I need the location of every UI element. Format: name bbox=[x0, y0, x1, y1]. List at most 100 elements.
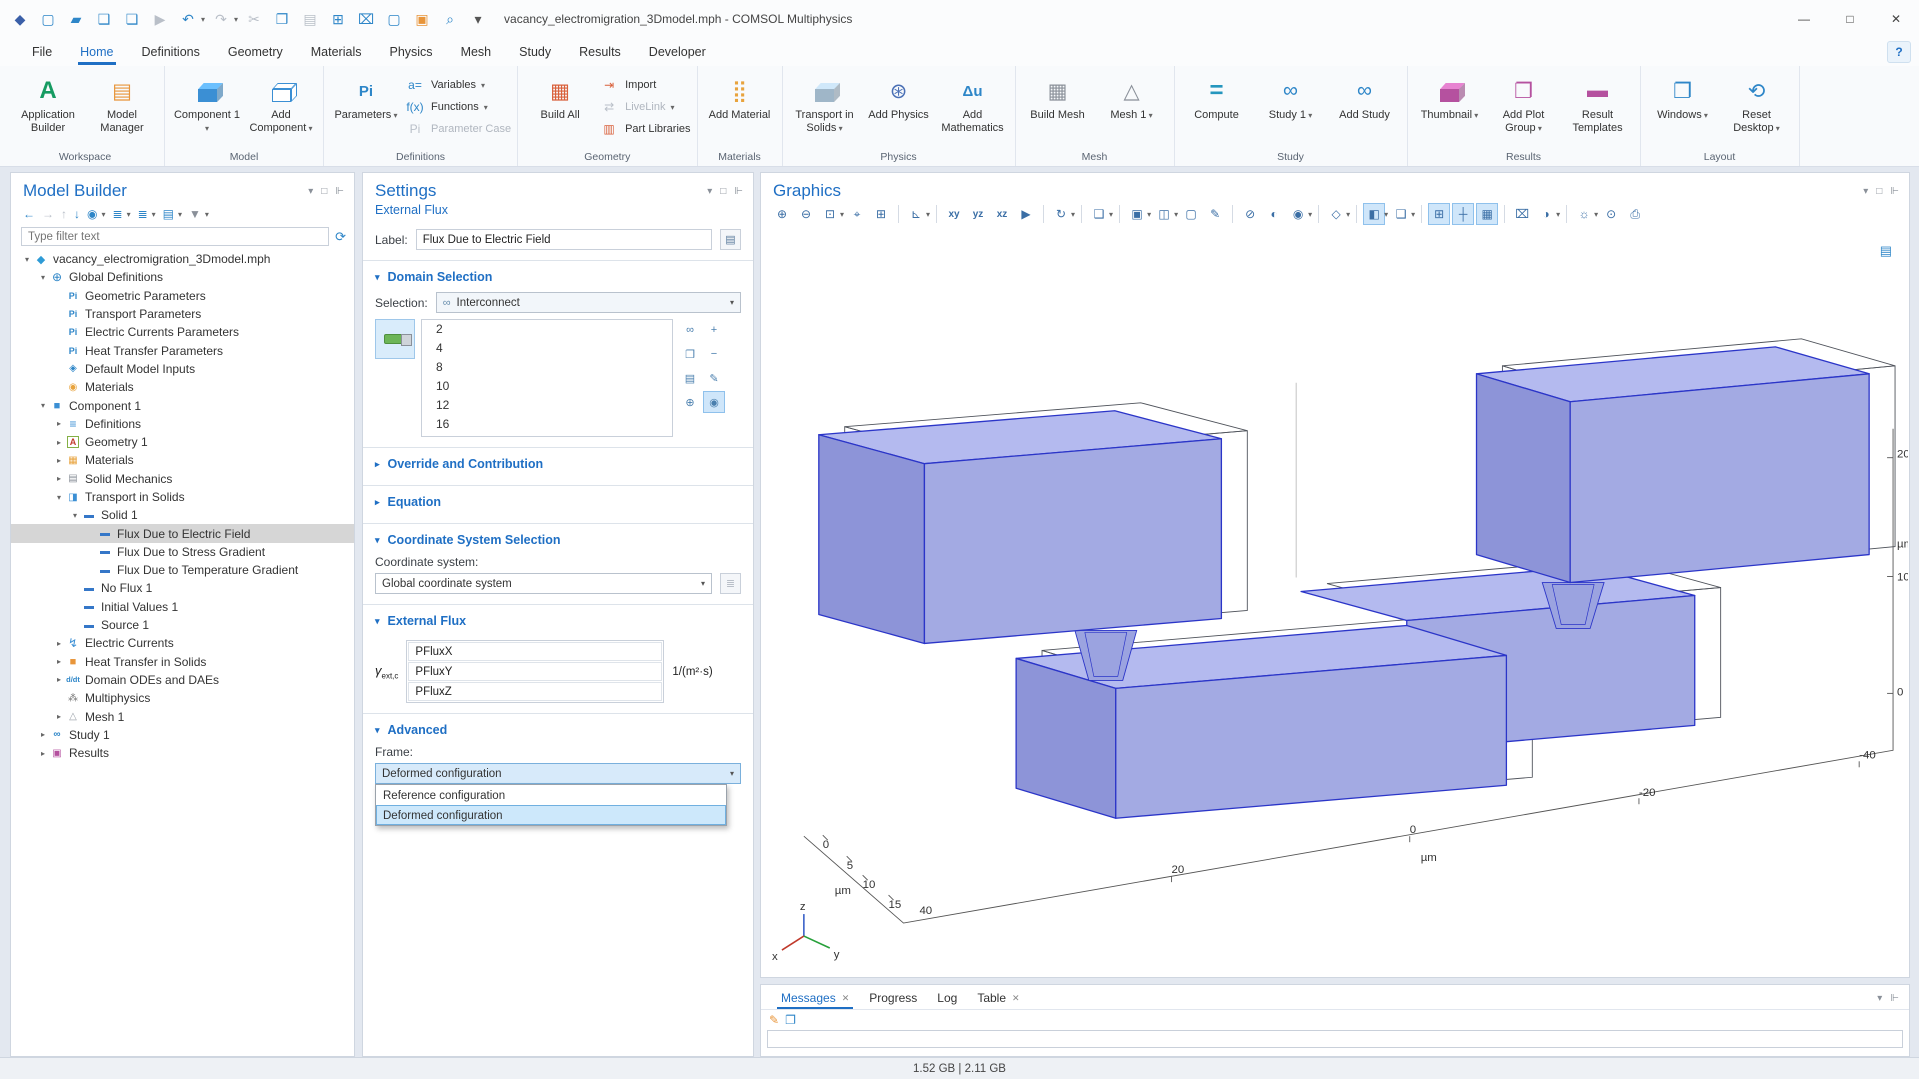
minimize-button[interactable]: — bbox=[1781, 0, 1827, 38]
cut-icon[interactable]: ✂ bbox=[242, 7, 266, 31]
copy-messages-icon[interactable]: ❐ bbox=[785, 1013, 796, 1027]
panel-menu-icon[interactable]: ▾ bbox=[707, 186, 712, 197]
add-to-selection-icon[interactable]: + bbox=[703, 319, 725, 341]
zoom-box-icon[interactable]: ⊡ bbox=[819, 203, 841, 225]
tab-definitions[interactable]: Definitions bbox=[130, 41, 212, 63]
coordinate-system-dropdown[interactable]: Global coordinate system ▾ bbox=[375, 573, 712, 594]
go-to-default-view-icon[interactable]: ⊾ bbox=[905, 203, 927, 225]
application-builder-button[interactable]: AApplication Builder bbox=[12, 70, 84, 148]
chevron-down-icon[interactable]: ▾ bbox=[1346, 210, 1350, 219]
frame-dropdown[interactable]: Deformed configuration ▾ bbox=[375, 763, 741, 784]
messages-output[interactable] bbox=[767, 1030, 1903, 1048]
panel-menu-icon[interactable]: ▾ bbox=[308, 186, 313, 197]
functions-button[interactable]: f(x)Functions▾ bbox=[404, 99, 511, 115]
frame-option[interactable]: Deformed configuration bbox=[376, 805, 726, 825]
chevron-down-icon[interactable]: ▾ bbox=[926, 210, 930, 219]
redo-dropdown-icon[interactable]: ▾ bbox=[234, 15, 238, 24]
frame-option[interactable]: Reference configuration bbox=[376, 785, 726, 805]
tree-item[interactable]: PiHeat Transfer Parameters bbox=[11, 341, 354, 359]
tree-item[interactable]: ▬No Flux 1 bbox=[11, 579, 354, 597]
part-libraries-button[interactable]: ▥Part Libraries bbox=[598, 121, 690, 137]
domain-selection-header[interactable]: ▾ Domain Selection bbox=[375, 267, 741, 288]
chevron-down-icon[interactable]: ▾ bbox=[152, 210, 156, 219]
show-icon[interactable]: ◉ bbox=[87, 207, 97, 221]
view-unhidden-icon[interactable]: ◉ bbox=[1287, 203, 1309, 225]
label-input[interactable] bbox=[416, 229, 712, 250]
tab-home[interactable]: Home bbox=[68, 41, 125, 63]
go-to-xy-view-icon[interactable]: xy bbox=[943, 203, 965, 225]
tab-materials[interactable]: Materials bbox=[299, 41, 374, 63]
tab-mesh[interactable]: Mesh bbox=[449, 41, 504, 63]
find-icon[interactable]: ⌕ bbox=[438, 7, 462, 31]
selection-list-item[interactable]: 4 bbox=[422, 339, 672, 358]
add-physics-button[interactable]: ⊛Add Physics bbox=[863, 70, 935, 148]
add-study-button[interactable]: ∞Add Study bbox=[1329, 70, 1401, 148]
tree-item[interactable]: ▸d/dtDomain ODEs and DAEs bbox=[11, 671, 354, 689]
node-grouping-icon[interactable]: ▤ bbox=[163, 207, 174, 221]
deselect-icon[interactable]: ▣ bbox=[410, 7, 434, 31]
pin-panel-icon[interactable]: ⊩ bbox=[1890, 993, 1899, 1004]
panel-menu-icon[interactable]: ▾ bbox=[1877, 993, 1882, 1004]
chevron-down-icon[interactable]: ▾ bbox=[1308, 210, 1312, 219]
tab-log[interactable]: Log bbox=[927, 987, 967, 1009]
livelink-button[interactable]: ⇄LiveLink▾ bbox=[598, 99, 690, 115]
active-toggle-button[interactable] bbox=[375, 319, 415, 359]
duplicate-icon[interactable]: ⊞ bbox=[326, 7, 350, 31]
tab-table[interactable]: Table✕ bbox=[967, 987, 1029, 1009]
tab-geometry[interactable]: Geometry bbox=[216, 41, 295, 63]
maximize-button[interactable]: □ bbox=[1827, 0, 1873, 38]
close-tab-icon[interactable]: ✕ bbox=[1012, 993, 1020, 1004]
thumbnail-button[interactable]: Thumbnail ▾ bbox=[1414, 70, 1486, 148]
graphics-canvas[interactable]: ▤ bbox=[762, 233, 1908, 976]
expander-closed-icon[interactable]: ▸ bbox=[53, 657, 65, 666]
selection-list[interactable]: 248101216 bbox=[421, 319, 673, 437]
expander-closed-icon[interactable]: ▸ bbox=[53, 474, 65, 483]
tree-item[interactable]: ▾■Component 1 bbox=[11, 396, 354, 414]
mesh-1-button[interactable]: △Mesh 1 ▾ bbox=[1096, 70, 1168, 148]
transparency-icon[interactable]: ◐ bbox=[1263, 203, 1285, 225]
chevron-down-icon[interactable]: ▾ bbox=[1556, 210, 1560, 219]
copy-icon[interactable]: ❐ bbox=[270, 7, 294, 31]
detach-panel-icon[interactable]: □ bbox=[720, 186, 726, 197]
tab-results[interactable]: Results bbox=[567, 41, 633, 63]
expander-closed-icon[interactable]: ▸ bbox=[53, 438, 65, 447]
close-button[interactable]: ✕ bbox=[1873, 0, 1919, 38]
selection-list-item[interactable]: 12 bbox=[422, 396, 672, 415]
show-axis-grid-icon[interactable]: ▦ bbox=[1476, 203, 1498, 225]
print-icon[interactable]: ⎙ bbox=[1624, 203, 1646, 225]
tree-item[interactable]: ▾◆vacancy_electromigration_3Dmodel.mph bbox=[11, 250, 354, 268]
delete-icon[interactable]: ⌧ bbox=[354, 7, 378, 31]
tab-study[interactable]: Study bbox=[507, 41, 563, 63]
select-domains-icon[interactable]: ▣ bbox=[1126, 203, 1148, 225]
tree-item[interactable]: ▬Source 1 bbox=[11, 616, 354, 634]
windows-button[interactable]: ❐Windows ▾ bbox=[1647, 70, 1719, 148]
expander-closed-icon[interactable]: ▸ bbox=[37, 730, 49, 739]
chevron-down-icon[interactable]: ▾ bbox=[205, 210, 209, 219]
tab-progress[interactable]: Progress bbox=[859, 987, 927, 1009]
chevron-down-icon[interactable]: ▾ bbox=[1384, 210, 1388, 219]
fullscreen-icon[interactable]: ⊞ bbox=[870, 203, 892, 225]
external-flux-header[interactable]: ▾ External Flux bbox=[375, 611, 741, 632]
chevron-down-icon[interactable]: ▾ bbox=[840, 210, 844, 219]
environment-lighting-icon[interactable]: ☼ bbox=[1573, 203, 1595, 225]
tab-file[interactable]: File bbox=[20, 41, 64, 63]
show-axes-icon[interactable]: ┼ bbox=[1452, 203, 1474, 225]
paste-selection-icon[interactable]: ▤ bbox=[679, 367, 701, 389]
detach-panel-icon[interactable]: □ bbox=[1876, 186, 1882, 197]
expander-closed-icon[interactable]: ▸ bbox=[53, 456, 65, 465]
go-to-yz-view-icon[interactable]: yz bbox=[967, 203, 989, 225]
selection-dropdown[interactable]: ∞ Interconnect ▾ bbox=[436, 292, 741, 313]
help-button[interactable]: ? bbox=[1887, 41, 1911, 63]
forward-icon[interactable]: → bbox=[42, 207, 54, 221]
chevron-down-icon[interactable]: ▾ bbox=[1174, 210, 1178, 219]
clear-selection-icon[interactable]: ✎ bbox=[703, 367, 725, 389]
create-selection-icon[interactable]: ∞ bbox=[679, 319, 701, 341]
zoom-to-selection-icon[interactable]: ⊕ bbox=[679, 391, 701, 413]
tree-item[interactable]: ▾⊕Global Definitions bbox=[11, 268, 354, 286]
build-all-button[interactable]: ▦Build All bbox=[524, 70, 596, 148]
material-color-icon[interactable]: ◧ bbox=[1363, 203, 1385, 225]
hide-objects-icon[interactable]: ⊘ bbox=[1239, 203, 1261, 225]
expander-open-icon[interactable]: ▾ bbox=[37, 401, 49, 410]
tree-item[interactable]: PiTransport Parameters bbox=[11, 305, 354, 323]
show-grid-icon[interactable]: ⊞ bbox=[1428, 203, 1450, 225]
